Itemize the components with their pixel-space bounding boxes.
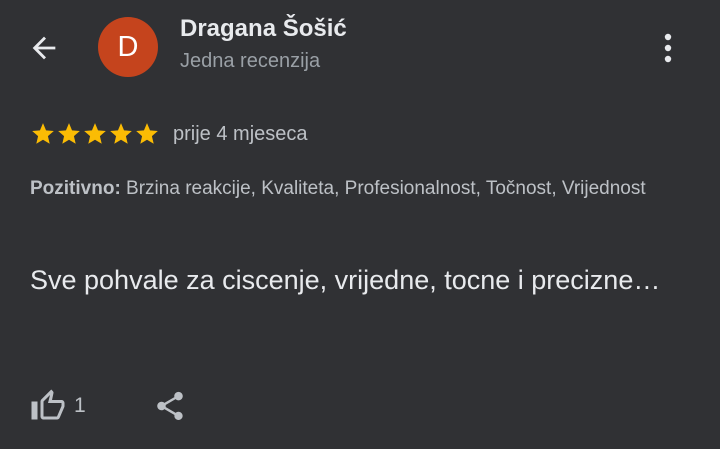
star-icon bbox=[58, 123, 80, 144]
reviewer-name[interactable]: Dragana Šošić bbox=[180, 15, 347, 43]
like-button[interactable]: 1 bbox=[30, 386, 86, 426]
review-time: prije 4 mjeseca bbox=[173, 122, 308, 145]
avatar-letter: D bbox=[117, 30, 139, 63]
rating-row: prije 4 mjeseca bbox=[30, 120, 308, 148]
thumbs-up-icon bbox=[31, 389, 65, 420]
star-icon bbox=[84, 123, 106, 144]
star-icon bbox=[110, 123, 132, 144]
star-icon bbox=[136, 123, 158, 144]
arrow-back-icon bbox=[32, 36, 56, 60]
share-icon bbox=[157, 391, 183, 421]
avatar[interactable]: D bbox=[98, 17, 158, 77]
attributes-text: Brzina reakcije, Kvaliteta, Profesionaln… bbox=[120, 178, 646, 199]
like-count: 1 bbox=[74, 394, 86, 417]
share-button[interactable] bbox=[150, 386, 190, 426]
review-attributes: Pozitivno: Brzina reakcije, Kvaliteta, P… bbox=[30, 174, 680, 204]
reviewer-review-count: Jedna recenzija bbox=[180, 50, 321, 72]
more-vertical-icon bbox=[664, 33, 672, 63]
more-options-button[interactable] bbox=[650, 26, 686, 70]
review-text[interactable]: Sve pohvale za ciscenje, vrijedne, tocne… bbox=[30, 258, 670, 303]
star-rating bbox=[30, 121, 160, 147]
star-icon bbox=[32, 123, 54, 144]
back-button[interactable] bbox=[22, 26, 66, 70]
attributes-label: Pozitivno: bbox=[30, 178, 121, 199]
